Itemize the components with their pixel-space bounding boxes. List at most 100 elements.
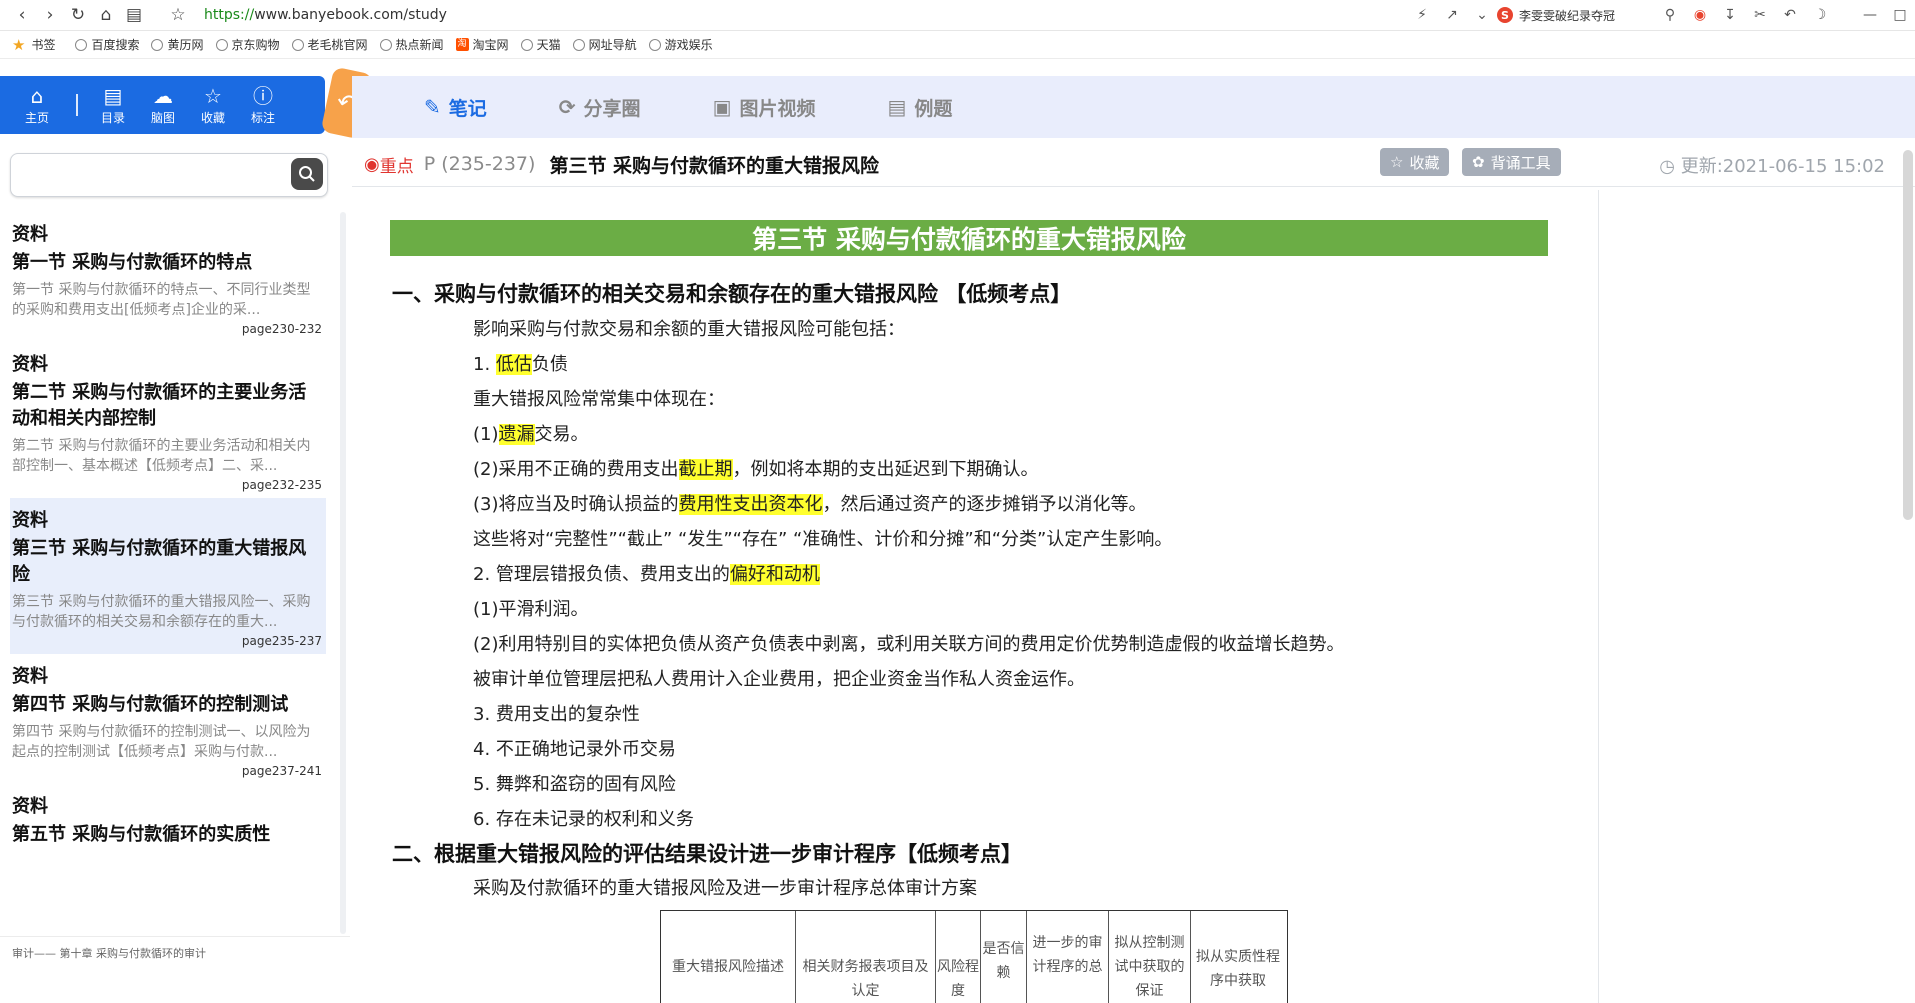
table-cell: 风险程度 [936, 911, 981, 1003]
bookmark-item-4[interactable]: 老毛桃官网 [291, 36, 368, 53]
highlight: 偏好和动机 [729, 564, 820, 585]
url-scheme: https:// [204, 7, 255, 23]
paragraph: 3. 费用支出的复杂性 [473, 704, 640, 725]
tool-catalog[interactable]: ▤ 目录 [88, 85, 138, 126]
pin-icon: ◉ [364, 153, 380, 175]
left-toolbar: ⌂ 主页 ▤ 目录 ☁ 脑图 ☆ 收藏 ⓘ 标注 [0, 76, 325, 134]
bookmark-item-8[interactable]: 网址导航 [572, 36, 637, 53]
clock-icon: ◷ [1659, 156, 1675, 177]
globe-icon [75, 38, 88, 51]
paragraph: (2)采用不正确的费用支出截止期，例如将本期的支出延迟到下期确认。 [473, 459, 1039, 480]
item-desc: 第三节 采购与付款循环的重大错报风险一、采购与付款循环的相关交易和余额存在的重大… [12, 594, 311, 630]
list-item[interactable]: 资料 第五节 采购与付款循环的实质性 [10, 784, 326, 854]
item-title: 第二节 采购与付款循环的主要业务活动和相关内部控制 [12, 382, 307, 429]
item-page: page232-235 [241, 478, 322, 492]
bookmark-item-2[interactable]: 黄历网 [151, 36, 204, 53]
page-title: 第三节 采购与付款循环的重大错报风险 [549, 154, 880, 177]
bookmark-item-3[interactable]: 京东购物 [215, 36, 280, 53]
highlight: 截止期 [678, 459, 733, 480]
item-title: 第五节 采购与付款循环的实质性 [12, 824, 271, 845]
tab-media[interactable]: ▣ 图片视频 [713, 94, 816, 121]
page-scrollbar[interactable] [1903, 150, 1913, 520]
taobao-icon: 淘 [455, 38, 469, 51]
paragraph: 影响采购与付款交易和余额的重大错报风险可能包括： [473, 319, 905, 340]
item-desc: 第四节 采购与付款循环的控制测试一、以风险为起点的控制测试【低频考点】采购与付款… [12, 724, 311, 760]
table-cell: 是否信赖 [981, 911, 1027, 1003]
table-cell: 重大错报风险描述 [661, 911, 796, 1003]
search-input[interactable] [23, 154, 287, 196]
address-bar[interactable]: https://www.banyebook.com/study [204, 7, 447, 23]
list-item[interactable]: 资料 第一节 采购与付款循环的特点 第一节 采购与付款循环的特点一、不同行业类型… [10, 212, 326, 342]
audit-plan-table: 重大错报风险描述 相关财务报表项目及认定 风险程度 是否信赖 进一步的审计程序的… [660, 910, 1288, 1003]
globe-icon [572, 38, 585, 51]
list-item-active[interactable]: 资料 第三节 采购与付款循环的重大错报风险 第三节 采购与付款循环的重大错报风险… [10, 498, 326, 654]
item-page: page235-237 [241, 634, 322, 648]
lightning-icon[interactable]: ⚡ [1407, 7, 1437, 23]
table-cell: 拟从控制测试中获取的保证 [1109, 911, 1191, 1003]
search-icon[interactable]: ⚲ [1655, 7, 1685, 23]
tool-annotate[interactable]: ⓘ 标注 [238, 85, 288, 126]
search-button[interactable] [291, 158, 323, 190]
bookmark-item-1[interactable]: 百度搜索 [75, 36, 139, 53]
paragraph: 1. 低估负债 [473, 354, 568, 375]
forward-icon[interactable]: › [36, 1, 64, 29]
recite-tool-button[interactable]: ✿ 背诵工具 [1462, 148, 1561, 176]
news-ticker[interactable]: 李雯雯破纪录夺冠 [1519, 7, 1615, 24]
tool-mindmap[interactable]: ☁ 脑图 [138, 85, 188, 126]
list-item[interactable]: 资料 第二节 采购与付款循环的主要业务活动和相关内部控制 第二节 采购与付款循环… [10, 342, 326, 498]
updated-time: ◷ 更新:2021-06-15 15:02 [1659, 156, 1885, 177]
scissors-icon[interactable]: ✂ [1745, 7, 1775, 23]
item-kind: 资料 [12, 224, 48, 245]
list-item[interactable]: 资料 第四节 采购与付款循环的控制测试 第四节 采购与付款循环的控制测试一、以风… [10, 654, 326, 784]
bookmark-star-icon[interactable]: ☆ [164, 1, 192, 29]
bookmark-item-7[interactable]: 天猫 [520, 36, 561, 53]
night-mode-icon[interactable]: ☽ [1805, 7, 1835, 23]
maximize-icon[interactable]: □ [1885, 7, 1915, 23]
gamepad-icon[interactable]: ◉ [1685, 7, 1715, 23]
catalog-icon: ▤ [103, 83, 123, 108]
table-cell: 相关财务报表项目及认定 [796, 911, 936, 1003]
undo-icon[interactable]: ↶ [1775, 7, 1805, 23]
bookmark-item-5[interactable]: 热点新闻 [379, 36, 444, 53]
note-document: 第三节 采购与付款循环的重大错报风险 一、采购与付款循环的相关交易和余额存在的重… [352, 190, 1596, 1003]
download-icon[interactable]: ↧ [1715, 7, 1745, 23]
paragraph: 5. 舞弊和盗窃的固有风险 [473, 774, 676, 795]
list-scrollbar[interactable] [340, 212, 346, 934]
item-title: 第一节 采购与付款循环的特点 [12, 252, 253, 273]
reload-icon[interactable]: ↻ [64, 1, 92, 29]
bookmark-item-6[interactable]: 淘淘宝网 [455, 36, 509, 53]
globe-icon [648, 38, 661, 51]
paragraph: (2)利用特别目的实体把负债从资产负债表中剥离，或利用关联方间的费用定价优势制造… [473, 634, 1345, 655]
tab-examples[interactable]: ▤ 例题 [887, 94, 952, 121]
globe-icon [151, 38, 164, 51]
highlight: 遗漏 [498, 424, 535, 445]
key-badge: 重点 [379, 156, 414, 177]
favorite-button[interactable]: ☆ 收藏 [1380, 148, 1450, 176]
paragraph: 这些将对“完整性”“截止” “发生”“存在” “准确性、计价和分摊”和“分类”认… [473, 529, 1173, 550]
minimize-icon[interactable]: — [1855, 7, 1885, 23]
home-page-icon[interactable]: ⌂ [92, 1, 120, 29]
bookmark-item-0[interactable]: ★ 书签 [0, 36, 55, 54]
paragraph: (3)将应当及时确认损益的费用性支出资本化，然后通过资产的逐步摊销予以消化等。 [473, 494, 1147, 515]
heading-2: 二、根据重大错报风险的评估结果设计进一步审计程序【低频考点】 [392, 842, 1022, 866]
doc-divider [1598, 190, 1599, 1003]
globe-icon [520, 38, 533, 51]
bookmark-item-9[interactable]: 游戏娱乐 [648, 36, 713, 53]
doc-banner: 第三节 采购与付款循环的重大错报风险 [390, 220, 1548, 256]
item-page: page230-232 [241, 322, 322, 336]
tool-favorites[interactable]: ☆ 收藏 [188, 85, 238, 126]
browser-toolbar: ‹ › ↻ ⌂ ▤ ☆ https://www.banyebook.com/st… [0, 0, 1915, 31]
item-kind: 资料 [12, 510, 48, 531]
section-header: ◉ 重点 P (235-237) 第三节 采购与付款循环的重大错报风险 ☆ 收藏 … [352, 142, 1915, 187]
tab-share[interactable]: ⟳ 分享圈 [559, 94, 641, 121]
tab-notes[interactable]: ✎ 笔记 [424, 94, 487, 121]
item-kind: 资料 [12, 666, 48, 687]
url-text: www.banyebook.com/study [254, 7, 447, 23]
sogou-logo-icon[interactable]: S [1496, 7, 1513, 23]
reader-icon[interactable]: ▤ [120, 1, 148, 29]
back-icon[interactable]: ‹ [8, 1, 36, 29]
share-out-icon[interactable]: ↗ [1437, 7, 1467, 23]
tool-home[interactable]: ⌂ 主页 [12, 85, 62, 126]
item-desc: 第二节 采购与付款循环的主要业务活动和相关内部控制一、基本概述【低频考点】二、采… [12, 438, 311, 474]
chevron-down-icon[interactable]: ⌄ [1467, 7, 1497, 23]
